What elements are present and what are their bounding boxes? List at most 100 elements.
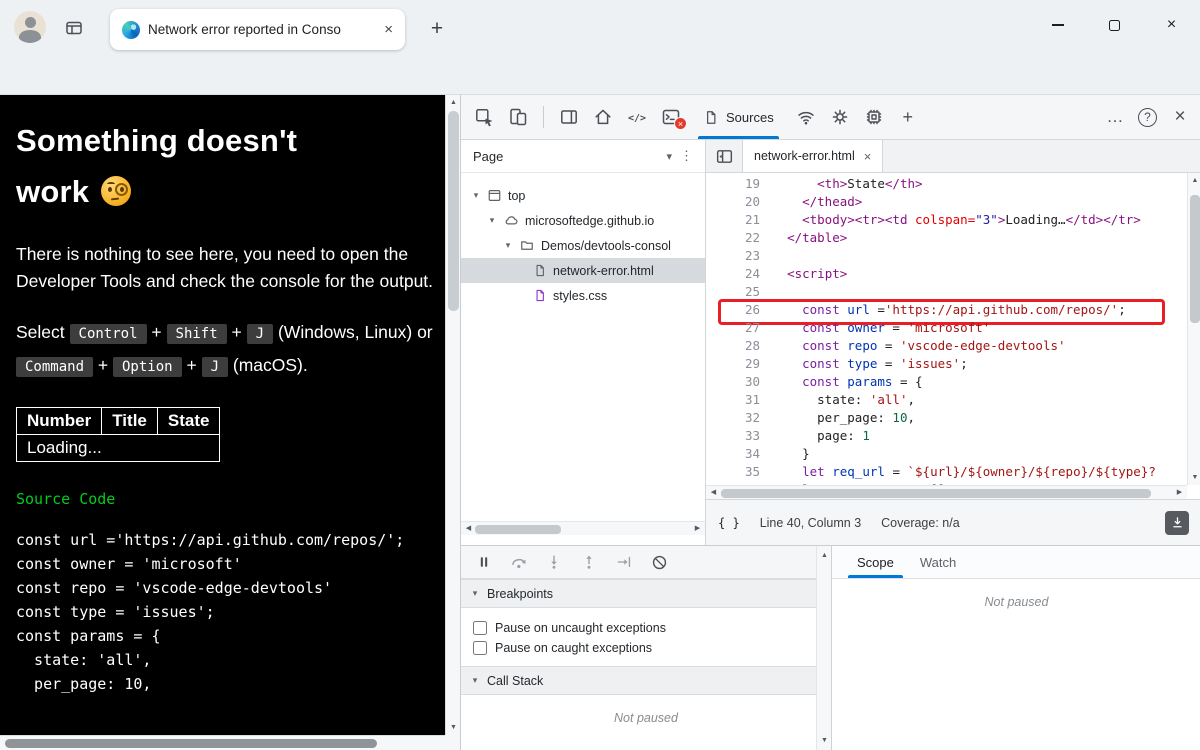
editor-code[interactable]: 19 <th>State</th>20 </thead>21 <tbody><t… bbox=[706, 173, 1187, 485]
editor-line-28[interactable]: 28 const repo = 'vscode-edge-devtools' bbox=[706, 337, 1187, 355]
breakpoints-section-header[interactable]: ▾ Breakpoints bbox=[461, 579, 831, 608]
devtools-menu-icon[interactable]: … bbox=[1102, 107, 1128, 127]
pause-uncaught-exceptions-row[interactable]: Pause on uncaught exceptions bbox=[461, 618, 831, 638]
debugger-vertical-scrollbar[interactable]: ▲ ▼ bbox=[816, 546, 831, 750]
device-emulation-icon[interactable] bbox=[503, 102, 533, 132]
gear-icon[interactable] bbox=[825, 102, 855, 132]
tree-item-domain[interactable]: ▾ microsoftedge.github.io bbox=[461, 208, 705, 233]
tree-item-styles-css[interactable]: styles.css bbox=[461, 283, 705, 308]
tab-close-icon[interactable]: × bbox=[384, 21, 393, 38]
line-number[interactable]: 33 bbox=[706, 427, 760, 445]
navigator-more-icon[interactable]: ⋮ bbox=[680, 148, 693, 164]
devtools-close-icon[interactable]: × bbox=[1167, 106, 1193, 128]
step-icon[interactable] bbox=[613, 551, 635, 573]
new-tab-button[interactable]: + bbox=[424, 17, 450, 41]
home-tab-icon[interactable] bbox=[588, 102, 618, 132]
editor-line-26[interactable]: 26 const url ='https://api.github.com/re… bbox=[706, 301, 1187, 319]
scroll-up-icon[interactable]: ▲ bbox=[817, 548, 832, 563]
line-number[interactable]: 32 bbox=[706, 409, 760, 427]
scrollbar-thumb[interactable] bbox=[1190, 195, 1200, 323]
caret-down-icon[interactable]: ▾ bbox=[470, 588, 480, 599]
pause-caught-exceptions-row[interactable]: Pause on caught exceptions bbox=[461, 638, 831, 658]
line-number[interactable]: 29 bbox=[706, 355, 760, 373]
tab-watch[interactable]: Watch bbox=[907, 546, 969, 578]
toggle-navigator-icon[interactable] bbox=[706, 140, 742, 172]
scrollbar-thumb[interactable] bbox=[5, 739, 377, 748]
editor-line-35[interactable]: 35 let req_url = `${url}/${owner}/${repo… bbox=[706, 463, 1187, 481]
scrollbar-thumb[interactable] bbox=[448, 111, 459, 311]
tree-item-folder[interactable]: ▾ Demos/devtools-consol bbox=[461, 233, 705, 258]
scroll-right-icon[interactable]: ▶ bbox=[1172, 486, 1187, 499]
line-number[interactable]: 21 bbox=[706, 211, 760, 229]
scroll-down-icon[interactable]: ▼ bbox=[1188, 470, 1200, 485]
deactivate-breakpoints-icon[interactable] bbox=[648, 551, 670, 573]
workspaces-icon[interactable] bbox=[60, 15, 88, 41]
maximize-button[interactable] bbox=[1086, 0, 1143, 50]
minimize-button[interactable] bbox=[1029, 0, 1086, 50]
chevron-down-icon[interactable]: ▾ bbox=[666, 150, 672, 163]
scroll-up-icon[interactable]: ▲ bbox=[1188, 173, 1200, 188]
navigator-page-tab[interactable]: Page bbox=[473, 149, 503, 164]
scroll-up-icon[interactable]: ▲ bbox=[446, 95, 460, 110]
caret-down-icon[interactable]: ▾ bbox=[503, 240, 513, 251]
console-tab-icon[interactable]: × bbox=[656, 102, 686, 132]
step-out-icon[interactable] bbox=[578, 551, 600, 573]
line-number[interactable]: 24 bbox=[706, 265, 760, 283]
editor-tab-close-icon[interactable]: × bbox=[864, 149, 872, 164]
tab-sources[interactable]: Sources bbox=[690, 95, 787, 139]
editor-horizontal-scrollbar[interactable]: ◀ ▶ bbox=[706, 485, 1187, 499]
pause-uncaught-checkbox[interactable] bbox=[473, 621, 487, 635]
pretty-print-icon[interactable]: { } bbox=[718, 516, 740, 530]
profile-avatar[interactable] bbox=[14, 11, 46, 43]
tree-item-network-error-html[interactable]: network-error.html bbox=[461, 258, 705, 283]
editor-line-20[interactable]: 20 </thead> bbox=[706, 193, 1187, 211]
navigator-horizontal-scrollbar[interactable]: ◀ ▶ bbox=[461, 521, 705, 535]
page-vertical-scrollbar[interactable]: ▲ ▼ bbox=[445, 95, 460, 735]
scroll-right-icon[interactable]: ▶ bbox=[690, 522, 705, 535]
line-number[interactable]: 22 bbox=[706, 229, 760, 247]
panel-layout-icon[interactable] bbox=[554, 102, 584, 132]
line-number[interactable]: 20 bbox=[706, 193, 760, 211]
line-number[interactable]: 26 bbox=[706, 301, 760, 319]
page-horizontal-scrollbar[interactable] bbox=[0, 735, 445, 750]
download-icon[interactable] bbox=[1165, 511, 1189, 535]
editor-line-29[interactable]: 29 const type = 'issues'; bbox=[706, 355, 1187, 373]
step-into-icon[interactable] bbox=[543, 551, 565, 573]
scrollbar-thumb[interactable] bbox=[475, 525, 561, 534]
editor-line-31[interactable]: 31 state: 'all', bbox=[706, 391, 1187, 409]
editor-line-34[interactable]: 34 } bbox=[706, 445, 1187, 463]
line-number[interactable]: 30 bbox=[706, 373, 760, 391]
call-stack-section-header[interactable]: ▾ Call Stack bbox=[461, 666, 831, 695]
editor-line-24[interactable]: 24 <script> bbox=[706, 265, 1187, 283]
line-number[interactable]: 28 bbox=[706, 337, 760, 355]
line-number[interactable]: 19 bbox=[706, 175, 760, 193]
editor-tab-network-error[interactable]: network-error.html × bbox=[742, 140, 883, 172]
line-number[interactable]: 31 bbox=[706, 391, 760, 409]
scrollbar-thumb[interactable] bbox=[721, 489, 1151, 498]
pause-caught-checkbox[interactable] bbox=[473, 641, 487, 655]
scroll-down-icon[interactable]: ▼ bbox=[817, 733, 832, 748]
browser-tab[interactable]: Network error reported in Conso × bbox=[110, 9, 405, 50]
line-number[interactable]: 25 bbox=[706, 283, 760, 301]
caret-down-icon[interactable]: ▾ bbox=[471, 190, 481, 201]
scroll-down-icon[interactable]: ▼ bbox=[446, 720, 460, 735]
inspect-icon[interactable] bbox=[469, 102, 499, 132]
editor-line-22[interactable]: 22 </table> bbox=[706, 229, 1187, 247]
editor-line-33[interactable]: 33 page: 1 bbox=[706, 427, 1187, 445]
line-number[interactable]: 27 bbox=[706, 319, 760, 337]
editor-line-21[interactable]: 21 <tbody><tr><td colspan="3">Loading…</… bbox=[706, 211, 1187, 229]
editor-line-25[interactable]: 25 bbox=[706, 283, 1187, 301]
scroll-left-icon[interactable]: ◀ bbox=[461, 522, 476, 535]
caret-down-icon[interactable]: ▾ bbox=[470, 675, 480, 686]
code-tab-icon[interactable]: </> bbox=[622, 102, 652, 132]
line-number[interactable]: 35 bbox=[706, 463, 760, 481]
memory-chip-icon[interactable] bbox=[859, 102, 889, 132]
editor-vertical-scrollbar[interactable]: ▲ ▼ bbox=[1187, 173, 1200, 485]
editor-line-23[interactable]: 23 bbox=[706, 247, 1187, 265]
pause-icon[interactable] bbox=[473, 551, 495, 573]
line-number[interactable]: 23 bbox=[706, 247, 760, 265]
editor-line-19[interactable]: 19 <th>State</th> bbox=[706, 175, 1187, 193]
editor-line-27[interactable]: 27 const owner = 'microsoft' bbox=[706, 319, 1187, 337]
tab-scope[interactable]: Scope bbox=[844, 546, 907, 578]
scroll-left-icon[interactable]: ◀ bbox=[706, 486, 721, 499]
